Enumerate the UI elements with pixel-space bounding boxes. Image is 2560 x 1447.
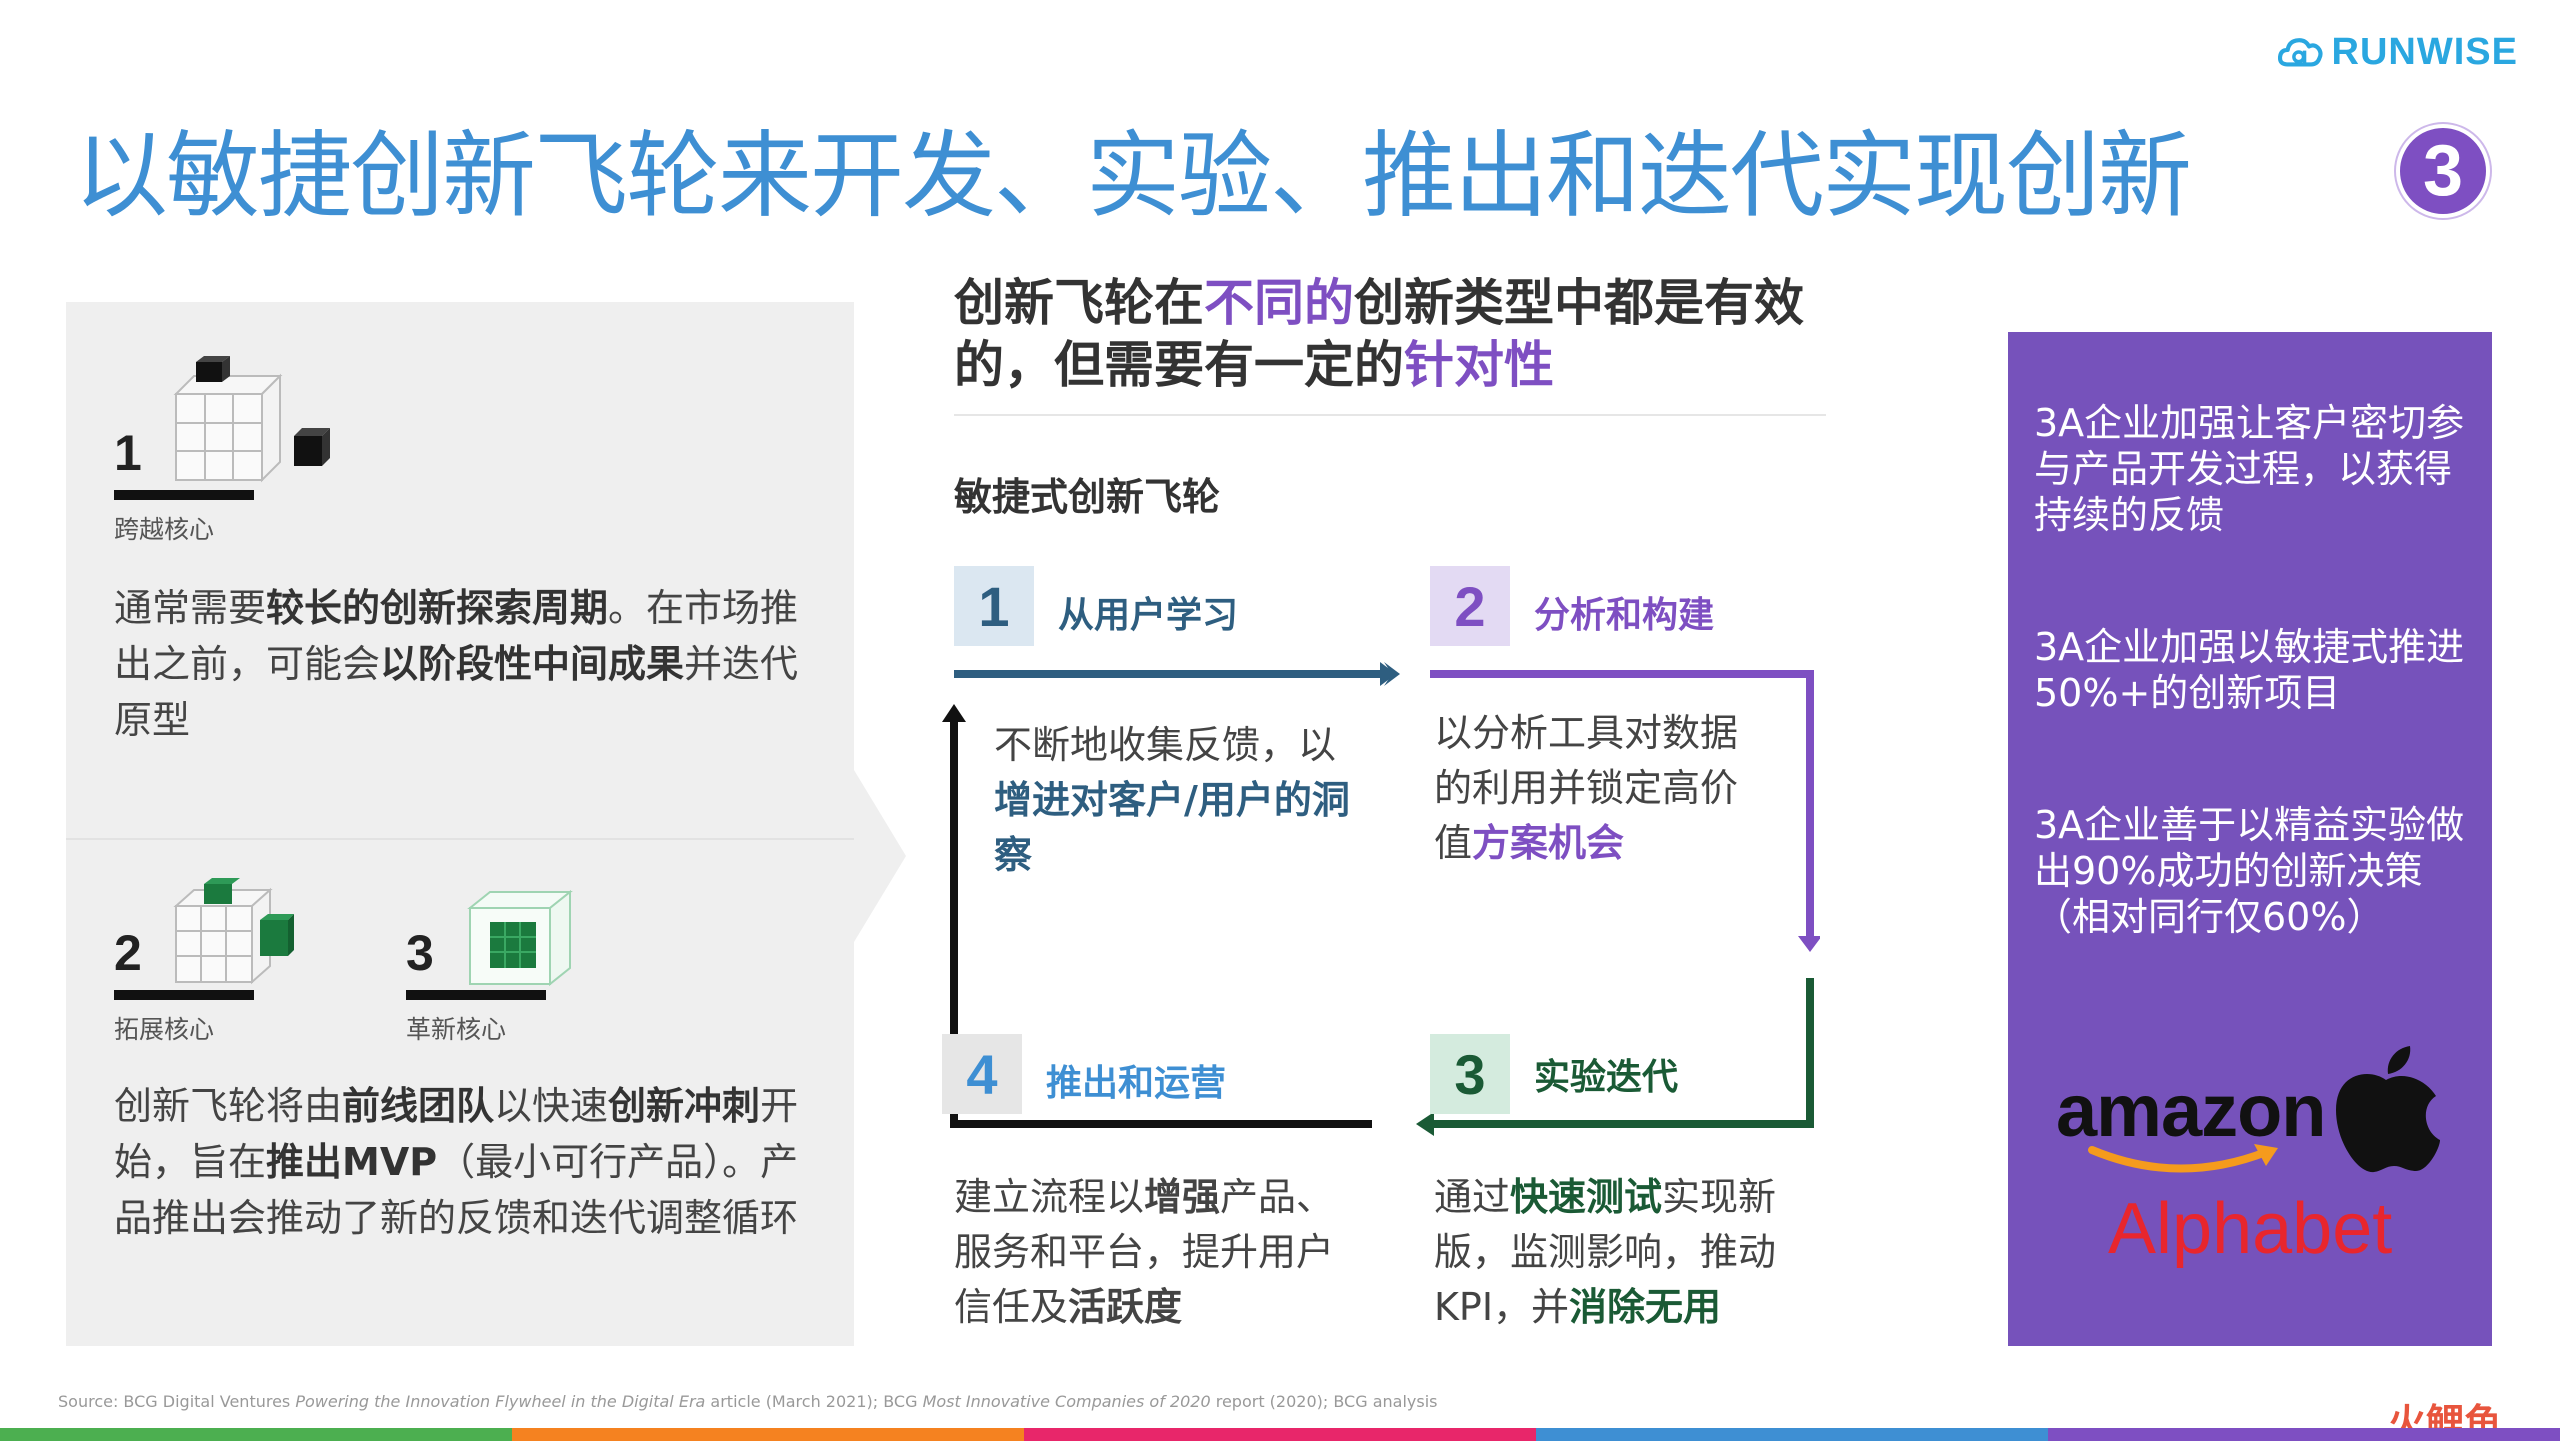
step-3-number: 3	[1430, 1034, 1510, 1114]
step-3-text: 通过快速测试实现新版，监测影响，推动KPI，并消除无用	[1434, 1170, 1814, 1335]
text-highlight: 不同的	[1204, 274, 1354, 332]
text-emphasis: 较长的创新探索周期	[266, 586, 609, 630]
step-2-number: 2	[1430, 566, 1510, 646]
step-4-text: 建立流程以增强产品、服务和平台，提升用户信任及活跃度	[954, 1170, 1364, 1335]
step-1-title: 从用户学习	[1058, 595, 1239, 636]
core-underline-2	[114, 990, 254, 1000]
core-label-1: 跨越核心	[114, 515, 215, 544]
text-segment: 创新飞轮将由	[114, 1084, 343, 1128]
text-emphasis: 方案机会	[1472, 821, 1625, 865]
stat-customer-feedback: 3A企业加强让客户密切参与产品开发过程，以获得持续的反馈	[2034, 401, 2465, 537]
text-emphasis: 前线团队	[342, 1084, 495, 1128]
text-segment: 通过	[1434, 1175, 1511, 1219]
text-segment: report (2020); BCG analysis	[1210, 1392, 1438, 1411]
step-4-title: 推出和运营	[1046, 1063, 1227, 1104]
core-number-3: 3	[406, 925, 434, 981]
text-emphasis: 消除无用	[1569, 1285, 1722, 1329]
amazon-logo-text: amazon	[2056, 1069, 2327, 1152]
logo-text: RUNWISE	[2331, 30, 2518, 73]
text-segment: 建立流程以	[954, 1175, 1145, 1219]
text-segment: 以快速	[494, 1084, 609, 1128]
stat-agile-projects: 3A企业加强以敏捷式推进50%+的创新项目	[2034, 625, 2465, 715]
alphabet-logo-text: Alphabet	[2108, 1189, 2393, 1269]
text-emphasis: 创新冲刺	[608, 1084, 761, 1128]
text-segment: 通常需要	[114, 586, 267, 630]
text-segment: Source: BCG Digital Ventures	[58, 1392, 296, 1411]
cube-breakthrough-icon	[173, 356, 330, 483]
step-2-title: 分析和构建	[1534, 595, 1715, 636]
step-2-text: 以分析工具对数据的利用并锁定高价值方案机会	[1434, 706, 1764, 871]
adjacent-description: 创新飞轮将由前线团队以快速创新冲刺开始，旨在推出MVP（最小可行产品）。产品推出…	[114, 1078, 834, 1246]
core-underline-1	[114, 490, 254, 500]
footer-bar-orange	[512, 1428, 1024, 1441]
panel-pointer-arrow	[854, 770, 906, 942]
step-4-number: 4	[942, 1034, 1022, 1114]
page-number-badge: 3	[2396, 124, 2490, 218]
cloud-logo-icon	[2278, 38, 2323, 67]
text-emphasis: 增进对客户/用户的洞察	[994, 778, 1350, 877]
text-emphasis: 以阶段性中间成果	[380, 642, 685, 686]
stat-lean-experiments: 3A企业善于以精益实验做出90%成功的创新决策（相对同行仅60%）	[2034, 803, 2465, 939]
text-italic: Powering the Innovation Flywheel in the …	[295, 1392, 706, 1411]
heading-rule	[954, 414, 1826, 416]
amazon-smile-icon	[2088, 1144, 2278, 1173]
text-italic: Most Innovative Companies of 2020	[922, 1392, 1211, 1411]
core-number-1: 1	[114, 425, 142, 481]
text-emphasis: 活跃度	[1068, 1285, 1183, 1329]
panel-divider	[66, 838, 854, 840]
step-1-number: 1	[954, 566, 1034, 646]
breakthrough-description: 通常需要较长的创新探索周期。在市场推出之前，可能会以阶段性中间成果并迭代原型	[114, 580, 804, 748]
text-segment: article (March 2021); BCG	[705, 1392, 923, 1411]
core-underline-3	[406, 990, 546, 1000]
footer-bar-blue	[1536, 1428, 2048, 1441]
cube-adjacent-icon	[173, 878, 294, 985]
flywheel-heading: 创新飞轮在不同的创新类型中都是有效的，但需要有一定的针对性	[954, 272, 1854, 396]
core-label-3: 革新核心	[406, 1015, 507, 1044]
runwise-logo: RUNWISE	[2278, 22, 2518, 82]
core-number-2: 2	[114, 925, 142, 981]
text-emphasis: 推出MVP	[266, 1140, 438, 1184]
step-3-title: 实验迭代	[1534, 1057, 1679, 1098]
footer-bar-pink	[1024, 1428, 1536, 1441]
footer-bar-purple	[2048, 1428, 2560, 1441]
apple-logo-icon	[2336, 1046, 2440, 1173]
page-title: 以敏捷创新飞轮来开发、实验、推出和迭代实现创新	[74, 122, 2192, 231]
text-emphasis: 快速测试	[1510, 1175, 1663, 1219]
source-footnote: Source: BCG Digital Ventures Powering th…	[58, 1392, 1438, 1411]
text-emphasis: 增强	[1144, 1175, 1221, 1219]
text-highlight: 针对性	[1404, 336, 1554, 394]
cube-transformational-icon	[467, 889, 573, 987]
step-1-text: 不断地收集反馈，以增进对客户/用户的洞察	[994, 718, 1354, 883]
flywheel-subheading: 敏捷式创新飞轮	[954, 475, 1221, 519]
text-segment: 创新飞轮在	[954, 274, 1204, 332]
text-segment: 不断地收集反馈，以	[994, 723, 1337, 767]
core-label-2: 拓展核心	[114, 1015, 215, 1044]
footer-bar-green	[0, 1428, 512, 1441]
